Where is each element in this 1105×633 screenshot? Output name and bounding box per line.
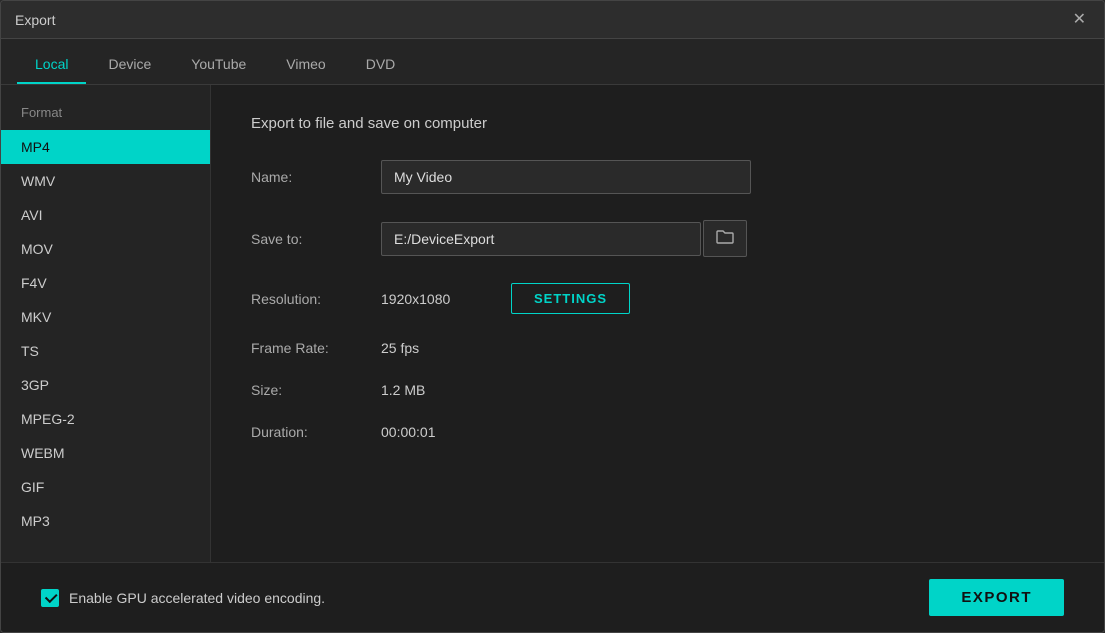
footer: Enable GPU accelerated video encoding. E… bbox=[1, 562, 1104, 632]
main-panel: Export to file and save on computer Name… bbox=[211, 85, 1104, 562]
resolution-row: Resolution: 1920x1080 SETTINGS bbox=[251, 283, 1064, 314]
resolution-value: 1920x1080 bbox=[381, 291, 491, 307]
sidebar-item-avi[interactable]: AVI bbox=[1, 198, 210, 232]
duration-row: Duration: 00:00:01 bbox=[251, 424, 1064, 440]
sidebar-item-3gp[interactable]: 3GP bbox=[1, 368, 210, 402]
frame-rate-value: 25 fps bbox=[381, 340, 419, 356]
name-label: Name: bbox=[251, 169, 381, 185]
tab-local[interactable]: Local bbox=[17, 46, 86, 84]
gpu-encoding-row: Enable GPU accelerated video encoding. bbox=[41, 589, 325, 607]
tab-vimeo[interactable]: Vimeo bbox=[268, 46, 343, 84]
close-button[interactable]: ✕ bbox=[1069, 10, 1090, 30]
content-area: Format MP4 WMV AVI MOV F4V MKV TS 3GP MP… bbox=[1, 85, 1104, 562]
tab-youtube[interactable]: YouTube bbox=[173, 46, 264, 84]
sidebar-item-mp4[interactable]: MP4 bbox=[1, 130, 210, 164]
gpu-checkbox-wrapper[interactable] bbox=[41, 589, 59, 607]
sidebar-item-mkv[interactable]: MKV bbox=[1, 300, 210, 334]
tab-device[interactable]: Device bbox=[90, 46, 169, 84]
tab-dvd[interactable]: DVD bbox=[348, 46, 414, 84]
duration-value: 00:00:01 bbox=[381, 424, 436, 440]
sidebar-item-mov[interactable]: MOV bbox=[1, 232, 210, 266]
sidebar-item-webm[interactable]: WEBM bbox=[1, 436, 210, 470]
sidebar-heading: Format bbox=[1, 99, 210, 130]
settings-button[interactable]: SETTINGS bbox=[511, 283, 630, 314]
name-row: Name: bbox=[251, 160, 1064, 194]
save-to-label: Save to: bbox=[251, 231, 381, 247]
folder-icon bbox=[716, 229, 734, 245]
sidebar-item-wmv[interactable]: WMV bbox=[1, 164, 210, 198]
save-to-input-group bbox=[381, 220, 747, 257]
frame-rate-row: Frame Rate: 25 fps bbox=[251, 340, 1064, 356]
export-button[interactable]: EXPORT bbox=[929, 579, 1064, 616]
size-row: Size: 1.2 MB bbox=[251, 382, 1064, 398]
name-input[interactable] bbox=[381, 160, 751, 194]
save-to-input[interactable] bbox=[381, 222, 701, 256]
sidebar-item-mp3[interactable]: MP3 bbox=[1, 504, 210, 538]
resolution-label: Resolution: bbox=[251, 291, 381, 307]
save-to-row: Save to: bbox=[251, 220, 1064, 257]
gpu-label: Enable GPU accelerated video encoding. bbox=[69, 590, 325, 606]
duration-label: Duration: bbox=[251, 424, 381, 440]
sidebar: Format MP4 WMV AVI MOV F4V MKV TS 3GP MP… bbox=[1, 85, 211, 562]
frame-rate-label: Frame Rate: bbox=[251, 340, 381, 356]
folder-browse-button[interactable] bbox=[703, 220, 747, 257]
size-value: 1.2 MB bbox=[381, 382, 425, 398]
section-title: Export to file and save on computer bbox=[251, 115, 1064, 132]
export-window: Export ✕ Local Device YouTube Vimeo DVD … bbox=[0, 0, 1105, 633]
sidebar-item-gif[interactable]: GIF bbox=[1, 470, 210, 504]
sidebar-item-mpeg2[interactable]: MPEG-2 bbox=[1, 402, 210, 436]
size-label: Size: bbox=[251, 382, 381, 398]
sidebar-item-ts[interactable]: TS bbox=[1, 334, 210, 368]
tab-bar: Local Device YouTube Vimeo DVD bbox=[1, 39, 1104, 85]
resolution-controls: 1920x1080 SETTINGS bbox=[381, 283, 630, 314]
window-title: Export bbox=[15, 12, 55, 28]
title-bar: Export ✕ bbox=[1, 1, 1104, 39]
sidebar-item-f4v[interactable]: F4V bbox=[1, 266, 210, 300]
